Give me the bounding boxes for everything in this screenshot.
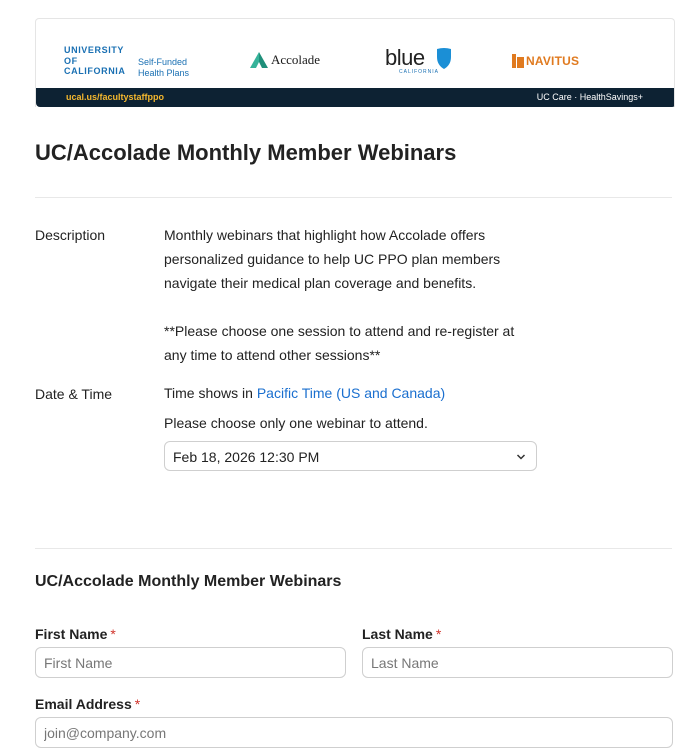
navitus-mark-icon [512, 54, 524, 68]
chevron-down-icon [516, 454, 526, 460]
self-funded-line-1: Self-Funded [138, 57, 188, 67]
selected-session: Feb 18, 2026 12:30 PM [173, 449, 320, 465]
form-divider [35, 548, 672, 549]
webinar-instruction: Please choose only one webinar to attend… [164, 415, 428, 431]
blue-california-label: CALIFORNIA [399, 69, 440, 75]
form-section-title: UC/Accolade Monthly Member Webinars [35, 573, 342, 590]
navitus-wordmark: NAVITUS [526, 54, 580, 68]
banner-plans-text: UC Care · HealthSavings+ [536, 92, 643, 102]
uc-logo-line-3: CALIFORNIA [64, 66, 126, 76]
email-label-text: Email Address [35, 696, 132, 712]
self-funded-label: Self-Funded Health Plans [138, 57, 189, 79]
description-note: **Please choose one session to attend an… [164, 323, 515, 363]
email-input[interactable] [35, 717, 673, 748]
first-name-label: First Name * [35, 626, 116, 642]
accolade-logo: Accolade [250, 52, 320, 68]
navitus-logo: NAVITUS [512, 54, 579, 68]
webinar-session-select[interactable]: Feb 18, 2026 12:30 PM [164, 441, 537, 471]
banner-logos: UNIVERSITY OF CALIFORNIA Self-Funded Hea… [36, 19, 674, 89]
banner-bar: ucal.us/facultystaffppo UC Care · Health… [36, 88, 674, 107]
last-name-label: Last Name * [362, 626, 441, 642]
description-paragraph: Monthly webinars that highlight how Acco… [164, 227, 501, 291]
last-name-input[interactable] [362, 647, 673, 678]
banner-url: ucal.us/facultystaffppo [66, 92, 165, 102]
date-time-label: Date & Time [35, 386, 113, 402]
uc-logo-line-1: UNIVERSITY [64, 45, 125, 55]
email-label: Email Address * [35, 696, 140, 712]
page-title: UC/Accolade Monthly Member Webinars [35, 140, 457, 165]
required-marker: * [435, 626, 442, 642]
uc-logo: UNIVERSITY OF CALIFORNIA [64, 45, 126, 77]
timezone-text: Time shows in Pacific Time (US and Canad… [164, 383, 445, 403]
accolade-wordmark: Accolade [271, 52, 321, 67]
timezone-link[interactable]: Pacific Time (US and Canada) [257, 385, 445, 401]
last-name-label-text: Last Name [362, 626, 433, 642]
required-marker: * [134, 696, 141, 712]
shield-icon [437, 48, 451, 69]
header-banner: UNIVERSITY OF CALIFORNIA Self-Funded Hea… [35, 18, 675, 107]
blue-shield-logo: blue CALIFORNIA [385, 45, 451, 75]
first-name-label-text: First Name [35, 626, 108, 642]
timezone-prefix: Time shows in [164, 385, 257, 401]
blue-wordmark: blue [385, 45, 425, 70]
description-text: Monthly webinars that highlight how Acco… [164, 223, 534, 367]
required-marker: * [110, 626, 116, 642]
title-divider [35, 197, 672, 198]
description-label: Description [35, 227, 106, 243]
accolade-mark-icon [250, 52, 268, 68]
self-funded-line-2: Health Plans [138, 68, 190, 78]
uc-logo-line-2: OF [64, 55, 78, 66]
first-name-input[interactable] [35, 647, 346, 678]
